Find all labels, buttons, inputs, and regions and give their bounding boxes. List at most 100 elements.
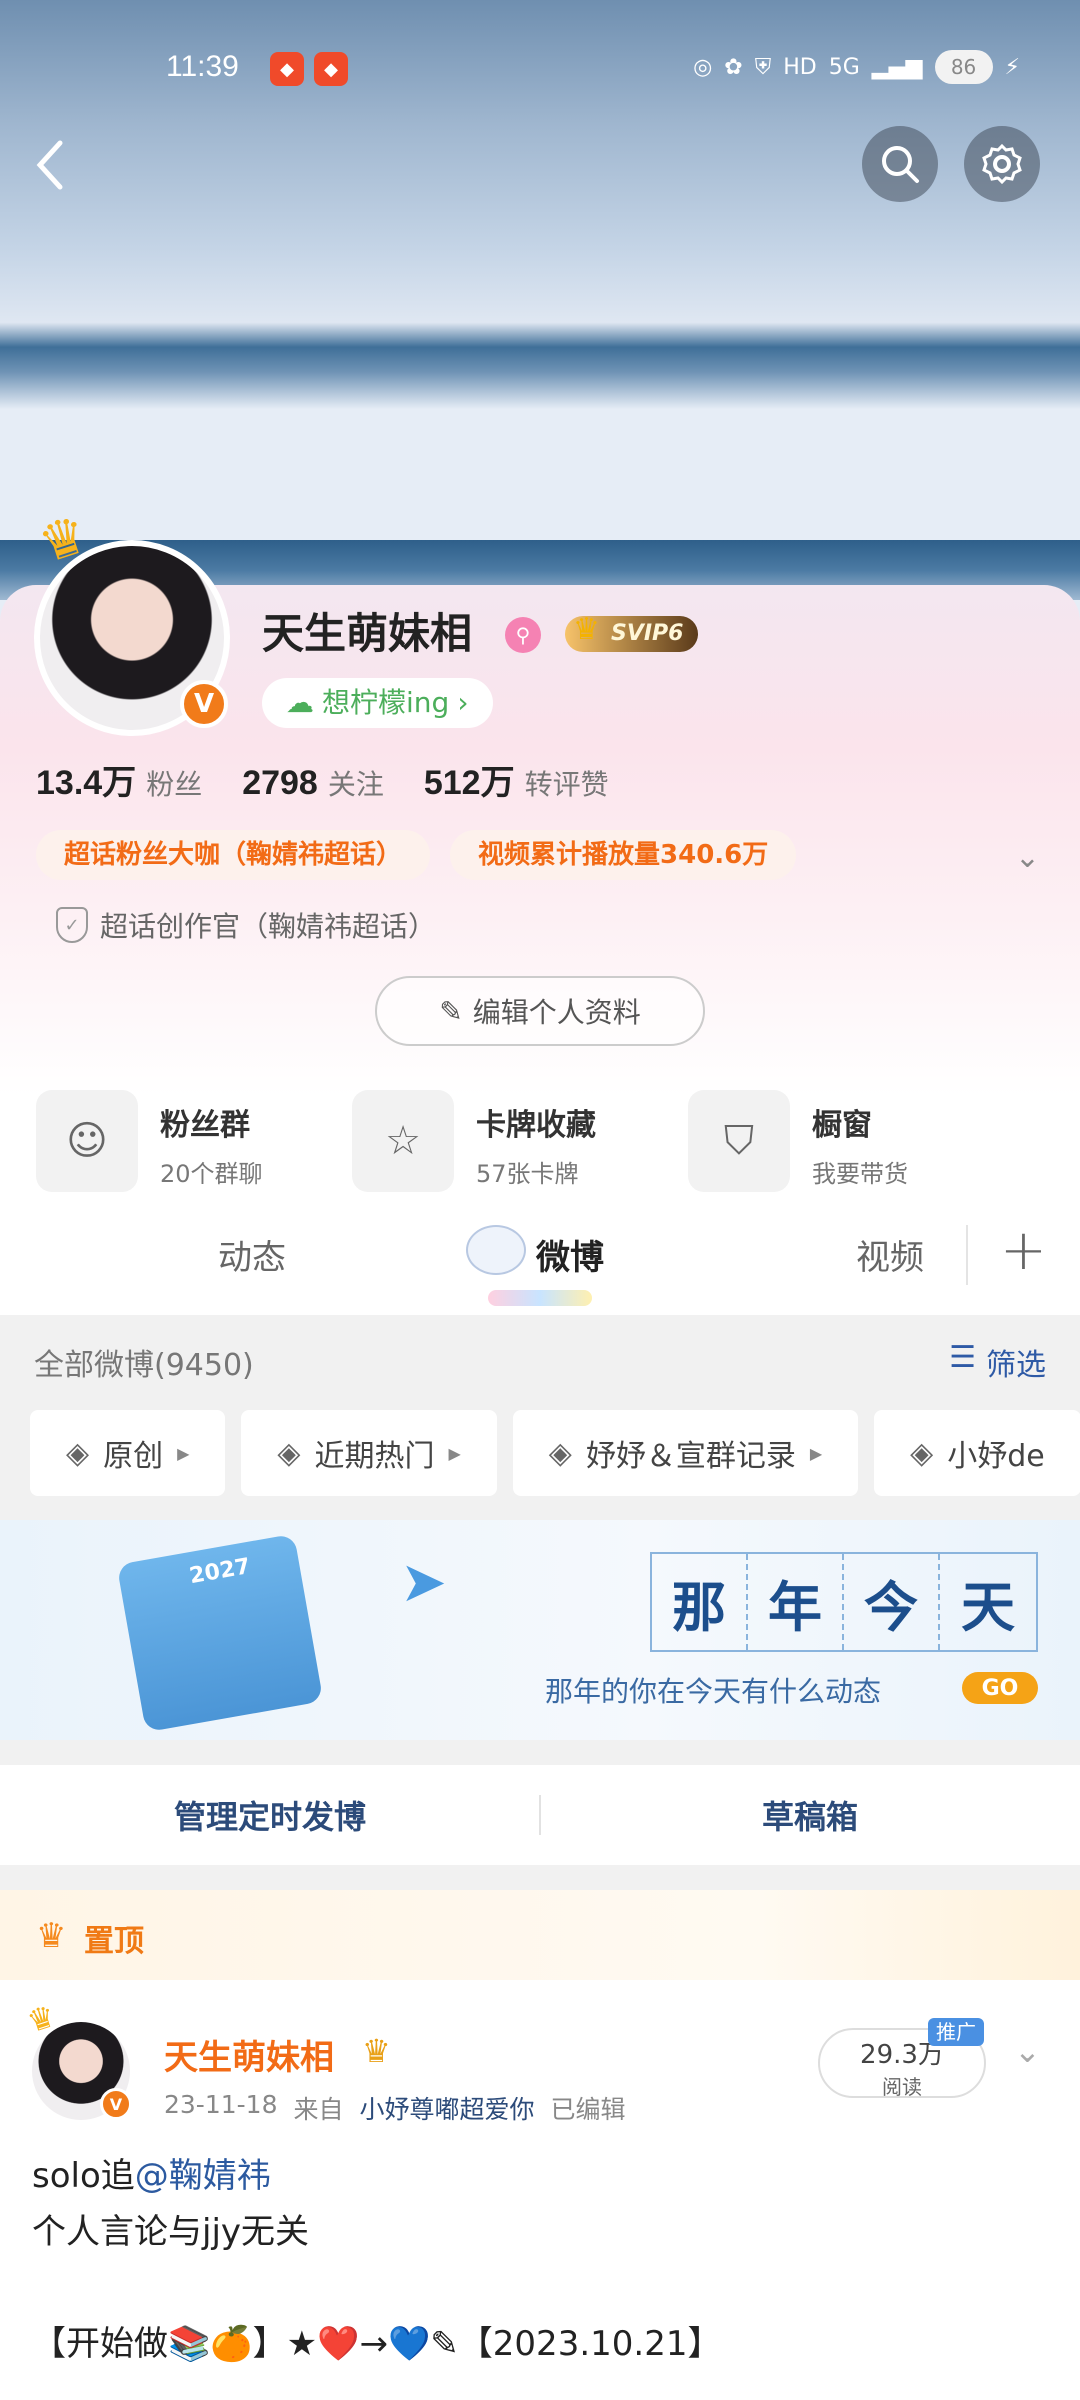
user-status-label: 想柠檬ing	[322, 686, 450, 719]
stat-label: 转评赞	[524, 768, 609, 801]
profile-tags: 超话粉丝大咖（鞠婧祎超话） 视频累计播放量340.6万	[36, 830, 797, 880]
tool-title: 卡牌收藏	[476, 1108, 596, 1143]
verified-badge-icon: V	[100, 2088, 132, 2120]
nfc-icon: ◎	[693, 54, 713, 80]
post-mention[interactable]: @鞠婧祎	[135, 2156, 271, 2196]
tool-subtitle: 57张卡牌	[476, 1160, 579, 1188]
profile-tag[interactable]: 视频累计播放量340.6万	[450, 830, 797, 880]
layers-icon: ◈	[548, 1435, 572, 1471]
add-tab-plus-icon[interactable]: +	[1000, 1218, 1047, 1283]
layers-icon: ◈	[66, 1435, 90, 1471]
post-line1: solo追	[32, 2156, 135, 2196]
tool-shop-window[interactable]: ⛉ 橱窗 我要带货	[688, 1090, 908, 1192]
search-badge-icon[interactable]: ⚲	[505, 617, 541, 653]
user-status[interactable]: ☁ 想柠檬ing ›	[262, 678, 493, 728]
stat-number: 512万	[423, 764, 515, 802]
manage-bar: 管理定时发博 草稿箱	[0, 1765, 1080, 1865]
profile-name: 天生萌妹相	[262, 609, 473, 658]
scheduled-posts-button[interactable]: 管理定时发博	[0, 1765, 540, 1865]
filter-label: 筛选	[986, 1348, 1046, 1383]
chip-label: 妤妤＆宣群记录	[585, 1439, 796, 1474]
filter-button[interactable]: ☰ 筛选	[949, 1340, 1046, 1384]
tab-divider	[966, 1225, 968, 1285]
on-this-day-banner[interactable]: 2027 ➤ 那 年 今 天 那年的你在今天有什么动态 GO	[0, 1520, 1080, 1740]
layers-icon: ◈	[277, 1435, 301, 1471]
charging-icon: ⚡	[1004, 54, 1020, 80]
calendar-icon: 2027	[116, 1533, 324, 1733]
stat-following[interactable]: 2798 关注	[242, 763, 384, 803]
chip-recent-hot[interactable]: ◈ 近期热门 ▶	[241, 1410, 497, 1496]
banner-title: 那 年 今 天	[650, 1552, 1038, 1652]
go-button[interactable]: GO	[962, 1672, 1038, 1704]
promote-badge[interactable]: 推广	[928, 2018, 984, 2046]
drafts-button[interactable]: 草稿箱	[540, 1765, 1080, 1865]
layers-icon: ◈	[910, 1435, 934, 1471]
tool-card-collection[interactable]: ☆ 卡牌收藏 57张卡牌	[352, 1090, 596, 1192]
cloud-icon: ☁	[286, 686, 314, 719]
triangle-right-icon: ▶	[809, 1443, 823, 1463]
calendar-year: 2027	[187, 1553, 253, 1590]
banner-subtitle: 那年的你在今天有什么动态	[545, 1675, 882, 1708]
tab-video[interactable]: 视频	[856, 1230, 924, 1279]
profile-stats: 13.4万 粉丝 2798 关注 512万 转评赞	[36, 755, 609, 804]
profile-tag[interactable]: 超话粉丝大咖（鞠婧祎超话）	[36, 830, 431, 880]
chip-group-record[interactable]: ◈ 妤妤＆宣群记录 ▶	[512, 1410, 859, 1496]
banner-title-char: 今	[844, 1554, 940, 1650]
search-button[interactable]	[862, 126, 938, 202]
triangle-right-icon: ▶	[448, 1443, 461, 1463]
app-notification-icon: ◆	[314, 52, 348, 86]
vip-crown-icon: ♛	[362, 2032, 391, 2070]
gear-icon	[982, 143, 1022, 185]
stat-followers[interactable]: 13.4万 粉丝	[36, 755, 202, 804]
chevron-right-icon: ›	[457, 686, 469, 719]
pinned-crown-icon: ♛	[36, 1916, 67, 1956]
stat-likes[interactable]: 512万 转评赞	[424, 755, 609, 804]
category-chips: ◈ 原创 ▶ ◈ 近期热门 ▶ ◈ 妤妤＆宣群记录 ▶ ◈ 小妤de	[30, 1410, 1080, 1496]
tool-title: 粉丝群	[160, 1108, 250, 1143]
post-date: 23-11-18	[164, 2090, 278, 2119]
expand-tags-chevron-down-icon[interactable]: ⌄	[1015, 840, 1040, 875]
leaf-icon: ✿	[724, 54, 743, 80]
tab-feed[interactable]: 动态	[218, 1230, 286, 1279]
post-source[interactable]: 小妤尊嘟超爱你	[360, 2090, 535, 2126]
post-card[interactable]: ♛ V 天生萌妹相 ♛ 23-11-18 来自 小妤尊嘟超爱你 已编辑 29.3…	[0, 1980, 1080, 2400]
banner-title-char: 天	[961, 1574, 1015, 1639]
edit-profile-button[interactable]: ✎ 编辑个人资料	[375, 976, 705, 1046]
status-bar: 11:39 ◆ ◆ ◎ ✿ ⛨ HD 5G ▂▄▆ 86 ⚡	[0, 50, 1080, 90]
profile-cover[interactable]	[0, 0, 1080, 620]
banner-title-char: 年	[748, 1554, 844, 1650]
tool-subtitle: 我要带货	[812, 1160, 908, 1188]
network-label: 5G	[828, 54, 860, 80]
chip-xiaoyu[interactable]: ◈ 小妤de	[874, 1410, 1080, 1496]
stat-number: 13.4万	[36, 764, 137, 802]
pinned-label: 置顶	[84, 1924, 144, 1959]
post-author[interactable]: 天生萌妹相	[164, 2030, 334, 2079]
svip-badge[interactable]: ♛ SVIP6	[565, 612, 698, 652]
stat-label: 粉丝	[146, 768, 203, 801]
hd-icon: HD	[783, 54, 817, 80]
settings-button[interactable]	[964, 126, 1040, 202]
all-weibo-count: 全部微博(9450)	[34, 1348, 254, 1383]
mascot-icon	[466, 1225, 526, 1275]
shield-status-icon: ⛨	[754, 54, 772, 80]
post-line3: 【开始做📚🍊】★❤️→💙✎【2023.10.21】	[32, 2324, 722, 2364]
post-meta: 23-11-18 来自 小妤尊嘟超爱你 已编辑	[164, 2090, 626, 2126]
tool-subtitle: 20个群聊	[160, 1160, 263, 1188]
verified-badge-icon: V	[180, 680, 228, 728]
search-icon	[882, 146, 919, 183]
shield-icon: ✓	[56, 907, 88, 943]
post-menu-chevron-down-icon[interactable]: ⌄	[1014, 2032, 1041, 2070]
chip-original[interactable]: ◈ 原创 ▶	[30, 1410, 226, 1496]
tab-weibo[interactable]: 微博	[536, 1230, 604, 1279]
status-time: 11:39	[166, 50, 239, 83]
back-button[interactable]	[30, 135, 70, 195]
signal-icon: ▂▄▆	[871, 54, 923, 80]
chip-label: 小妤de	[947, 1439, 1045, 1474]
creator-verification[interactable]: ✓ 超话创作官（鞠婧祎超话）	[56, 905, 436, 945]
post-from-label: 来自	[293, 2095, 344, 2124]
paper-plane-icon: ➤	[400, 1550, 447, 1615]
chevron-left-icon	[36, 140, 63, 190]
tool-title: 橱窗	[812, 1108, 872, 1143]
profile-tabs: 动态 微博 视频 +	[0, 1210, 1080, 1315]
tool-fans-group[interactable]: ☺ 粉丝群 20个群聊	[36, 1090, 263, 1192]
